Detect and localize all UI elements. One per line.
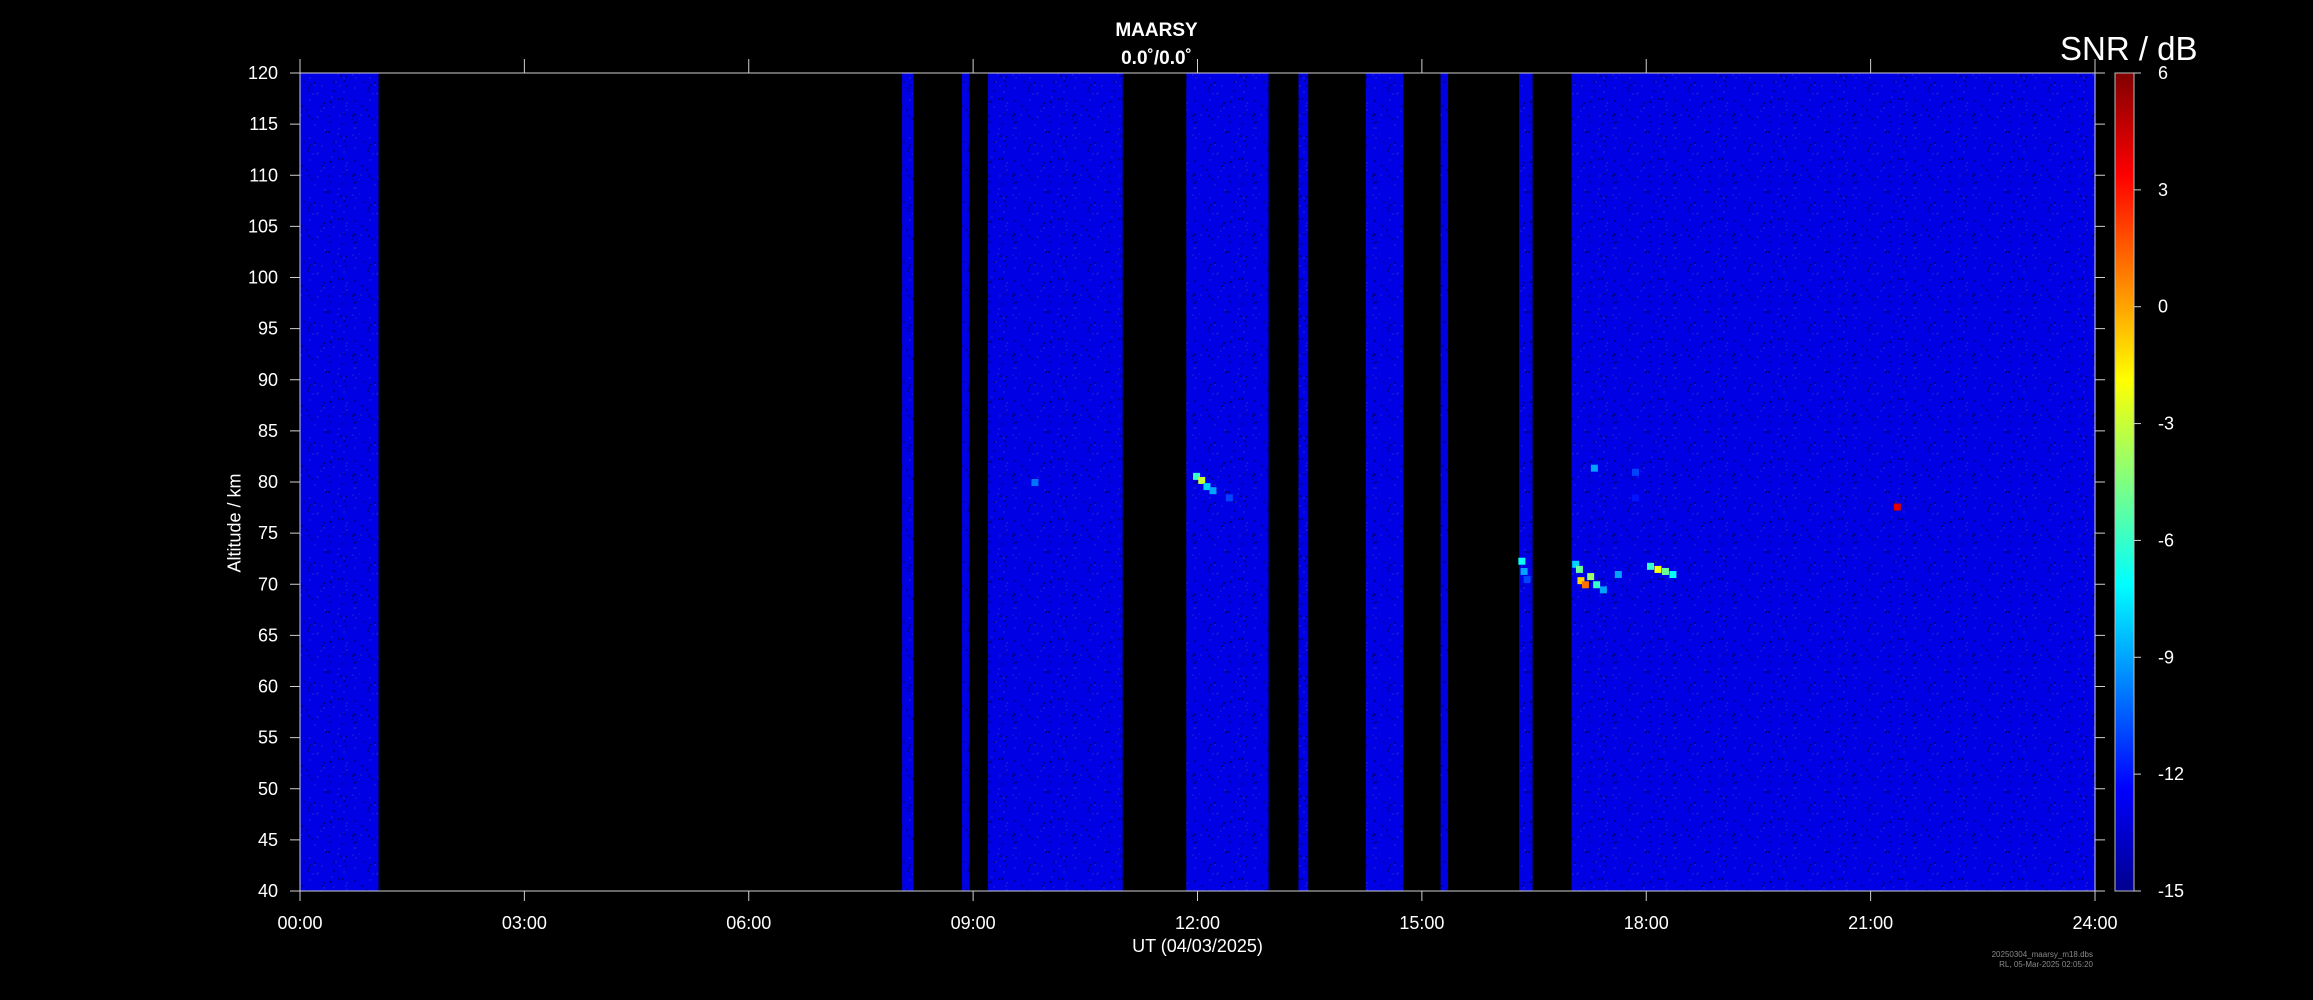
data-interval — [300, 73, 379, 891]
x-tick-label: 12:00 — [1175, 913, 1220, 933]
echo-mark — [1661, 567, 1669, 575]
echo-mark — [1599, 586, 1607, 594]
echo-mark — [1523, 576, 1531, 584]
y-tick-label: 45 — [258, 830, 278, 850]
y-tick-label: 85 — [258, 421, 278, 441]
data-interval — [961, 73, 970, 891]
chart-title: MAARSY — [1115, 20, 1198, 41]
y-tick-label: 90 — [258, 370, 278, 390]
echo-mark — [1632, 468, 1640, 476]
colorbar-tick-label: 0 — [2158, 297, 2168, 317]
y-tick-label: 75 — [258, 523, 278, 543]
echo-mark — [1587, 573, 1595, 581]
data-interval — [1298, 73, 1309, 891]
data-interval — [988, 73, 1123, 891]
echo-mark — [1203, 483, 1211, 491]
y-tick-label: 70 — [258, 574, 278, 594]
y-tick-label: 40 — [258, 881, 278, 901]
y-tick-label: 95 — [258, 319, 278, 339]
echo-mark — [1614, 571, 1622, 579]
colorbar-tick-label: -3 — [2158, 414, 2174, 434]
data-interval — [902, 73, 914, 891]
y-tick-label: 100 — [248, 268, 278, 288]
echo-mark — [1198, 476, 1206, 484]
data-interval — [1440, 73, 1449, 891]
x-tick-label: 03:00 — [502, 913, 547, 933]
colorbar-tick-label: -9 — [2158, 647, 2174, 667]
echo-mark — [1225, 494, 1233, 502]
y-tick-label: 105 — [248, 216, 278, 236]
y-tick-label: 60 — [258, 677, 278, 697]
echo-mark — [1518, 557, 1526, 565]
colorbar-tick-label: 3 — [2158, 180, 2168, 200]
y-tick-label: 55 — [258, 728, 278, 748]
file-footnote: 20250304_maarsy_m18.dbs RL, 05-Mar-2025 … — [1950, 950, 2093, 970]
colorbar-tick-label: -15 — [2158, 881, 2184, 901]
data-interval — [1571, 73, 2095, 891]
y-tick-label: 65 — [258, 625, 278, 645]
echo-mark — [1520, 567, 1528, 575]
x-tick-label: 18:00 — [1624, 913, 1669, 933]
colorbar-title: SNR / dB — [2060, 30, 2198, 67]
echo-mark — [1593, 581, 1601, 589]
y-axis-label: Altitude / km — [224, 473, 245, 573]
echo-mark — [1646, 562, 1654, 570]
footnote-stamp: RL, 05-Mar-2025 02:05:20 — [1999, 960, 2093, 969]
echo-mark — [1209, 487, 1217, 495]
colorbar-tick-label: -12 — [2158, 764, 2184, 784]
y-tick-label: 80 — [258, 472, 278, 492]
x-tick-label: 09:00 — [951, 913, 996, 933]
echo-mark — [1632, 494, 1640, 502]
echo-mark — [1590, 464, 1598, 472]
radar-chart: 00:00 03:00 06:00 09:00 12:00 15:00 18:00 21:00… — [248, 59, 2184, 933]
x-tick-label: 06:00 — [726, 913, 771, 933]
x-tick-label: 15:00 — [1399, 913, 1444, 933]
data-interval — [1365, 73, 1404, 891]
chart-subtitle: 0.0˚/0.0˚ — [1121, 48, 1192, 69]
x-tick-label: 24:00 — [2072, 913, 2117, 933]
x-axis-label: UT (04/03/2025) — [1132, 936, 1263, 956]
colorbar-scale — [2114, 72, 2135, 892]
data-interval — [1519, 73, 1533, 891]
echo-mark — [1575, 565, 1583, 573]
colorbar-tick-label: -6 — [2158, 530, 2174, 550]
y-tick-label: 110 — [249, 165, 278, 185]
echo-mark — [1669, 571, 1677, 579]
echo-mark — [1031, 479, 1039, 486]
x-tick-label: 21:00 — [1848, 913, 1893, 933]
footnote-file: 20250304_maarsy_m18.dbs — [1991, 950, 2093, 959]
colorbar: 630-3-6-9-12-15 — [2114, 63, 2184, 901]
echo-mark — [1581, 581, 1589, 589]
y-tick-label: 115 — [249, 114, 278, 134]
echo-mark — [1654, 565, 1662, 573]
y-tick-label: 50 — [258, 779, 278, 799]
x-tick-label: 00:00 — [277, 913, 322, 933]
echo-mark — [1893, 503, 1901, 511]
